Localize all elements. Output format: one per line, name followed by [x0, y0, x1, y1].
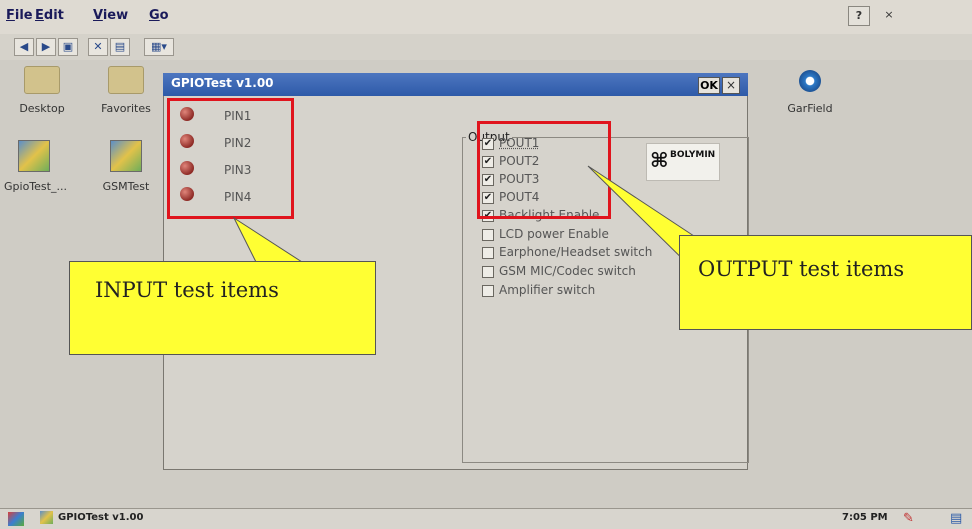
- input-callout: [69, 261, 376, 355]
- start-icon[interactable]: [8, 512, 24, 526]
- taskbar-item-gpiotest[interactable]: GPIOTest v1.00: [58, 512, 143, 523]
- input-callout-text: INPUT test items: [95, 278, 279, 302]
- clock: 7:05 PM: [842, 512, 888, 523]
- desktop-toggle-icon[interactable]: ▤: [950, 511, 962, 526]
- pen-input-icon[interactable]: ✎: [903, 511, 914, 526]
- output-callout-text: OUTPUT test items: [698, 257, 905, 281]
- task-app-icon: [40, 511, 53, 524]
- output-callout: [679, 235, 972, 330]
- taskbar: [0, 508, 972, 529]
- input-callout-pointer: [232, 216, 304, 263]
